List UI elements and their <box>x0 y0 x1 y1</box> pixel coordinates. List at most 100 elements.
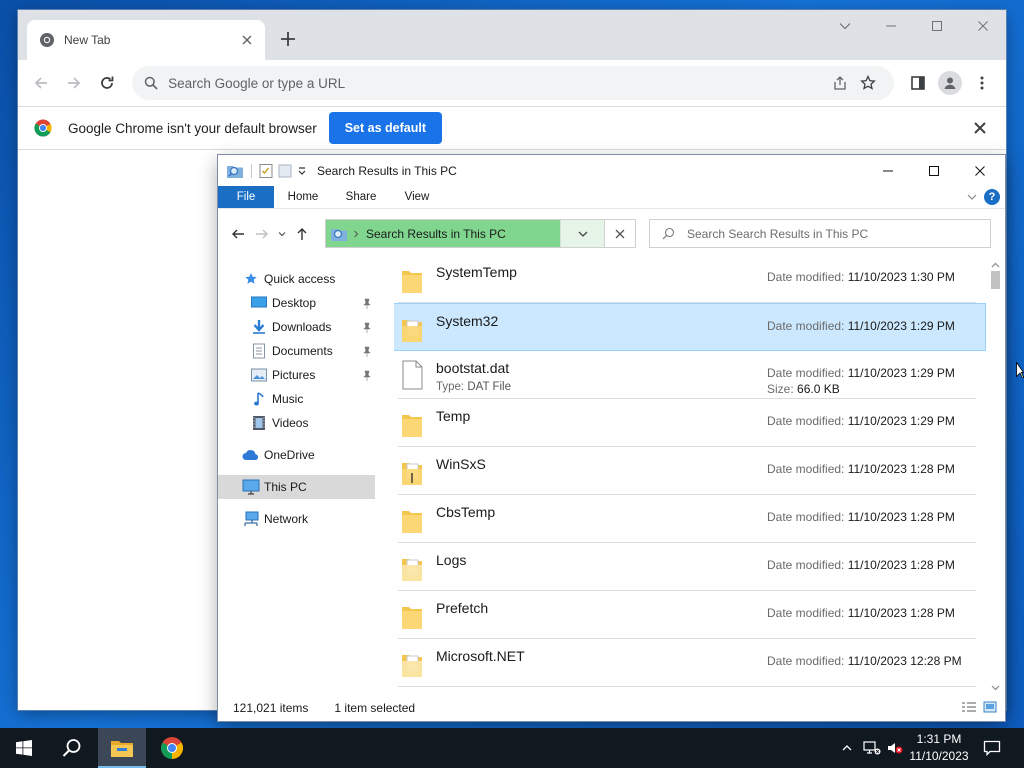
nav-desktop[interactable]: Desktop <box>250 291 316 315</box>
expand-ribbon-chevron-icon[interactable] <box>965 190 979 204</box>
list-item[interactable]: WinSxS Date modified: 11/10/2023 1:28 PM <box>394 447 986 495</box>
scroll-up-icon[interactable] <box>988 259 1003 271</box>
breadcrumb[interactable]: Search Results in This PC <box>366 227 506 241</box>
vertical-scrollbar[interactable] <box>988 259 1003 694</box>
nav-downloads[interactable]: Downloads <box>250 315 331 339</box>
forward-button[interactable] <box>59 68 88 98</box>
explorer-minimize-button[interactable] <box>865 155 911 186</box>
minimize-button[interactable] <box>868 10 914 42</box>
stop-search-button[interactable] <box>604 220 635 247</box>
ribbon-tab-file[interactable]: File <box>218 186 274 208</box>
tab-search-button[interactable] <box>822 10 868 42</box>
nav-videos[interactable]: Videos <box>250 411 308 435</box>
ribbon-tab-view[interactable]: View <box>390 186 444 208</box>
side-panel-button[interactable] <box>902 67 934 99</box>
nav-pictures[interactable]: Pictures <box>250 363 315 387</box>
volume-tray-button[interactable] <box>884 728 906 768</box>
item-count: 121,021 items <box>233 701 309 715</box>
chrome-favicon-icon <box>40 33 54 47</box>
file-name: SystemTemp <box>436 264 517 280</box>
nav-label: Music <box>272 392 304 406</box>
qat-dropdown-icon[interactable] <box>297 166 307 176</box>
explorer-forward-button[interactable] <box>250 222 274 246</box>
nav-quick-access[interactable]: Quick access <box>242 267 335 291</box>
address-bar[interactable]: Search Results in This PC <box>325 219 636 248</box>
new-tab-plus-icon[interactable] <box>276 27 300 51</box>
profile-button[interactable] <box>934 67 966 99</box>
details-view-icon[interactable] <box>961 701 977 713</box>
nav-label: This PC <box>264 480 307 494</box>
share-button[interactable] <box>826 69 854 97</box>
network-tray-button[interactable] <box>860 728 884 768</box>
nav-this-pc[interactable]: This PC <box>218 475 375 499</box>
close-infobar-icon[interactable] <box>970 118 990 138</box>
notification-icon <box>983 740 1001 756</box>
ribbon-tab-home[interactable]: Home <box>274 186 332 208</box>
maximize-icon <box>929 165 939 176</box>
list-item[interactable]: CbsTemp Date modified: 11/10/2023 1:28 P… <box>394 495 986 543</box>
pictures-icon <box>251 368 267 382</box>
help-icon[interactable]: ? <box>984 189 1000 205</box>
taskbar-clock[interactable]: 1:31 PM 11/10/2023 <box>904 731 974 765</box>
kebab-menu-icon <box>980 76 984 90</box>
search-button[interactable] <box>48 728 96 768</box>
nav-label: Network <box>264 512 309 526</box>
reload-button[interactable] <box>93 68 122 98</box>
close-icon <box>615 229 625 238</box>
arrow-left-icon <box>34 77 47 89</box>
nav-music[interactable]: Music <box>250 387 303 411</box>
list-item-selected[interactable]: System32 Date modified: 11/10/2023 1:29 … <box>394 303 986 351</box>
close-tab-icon[interactable] <box>239 32 255 48</box>
back-button[interactable] <box>26 68 55 98</box>
videos-icon <box>253 416 265 430</box>
list-item[interactable]: bootstat.dat Type: DAT File Date modifie… <box>394 351 986 399</box>
bookmark-button[interactable] <box>854 69 882 97</box>
start-button[interactable] <box>0 728 48 768</box>
volume-muted-icon <box>888 743 903 754</box>
chrome-taskbar-button[interactable] <box>148 728 196 768</box>
close-icon <box>975 165 985 176</box>
menu-button[interactable] <box>966 67 998 99</box>
explorer-back-button[interactable] <box>226 222 250 246</box>
search-box[interactable]: Search Search Results in This PC <box>649 219 991 248</box>
set-as-default-button[interactable]: Set as default <box>328 112 442 144</box>
action-center-button[interactable] <box>978 728 1006 768</box>
nav-onedrive[interactable]: OneDrive <box>242 443 315 467</box>
file-explorer-taskbar-button[interactable] <box>98 728 146 768</box>
list-item[interactable]: Microsoft.NET Date modified: 11/10/2023 … <box>394 639 986 687</box>
large-icons-view-icon[interactable] <box>983 701 997 713</box>
close-button[interactable] <box>960 10 1006 42</box>
folder-icon <box>402 271 422 293</box>
browser-toolbar: Search Google or type a URL <box>18 60 1006 106</box>
properties-icon[interactable] <box>259 163 273 179</box>
person-icon <box>944 77 956 89</box>
quick-access-toolbar <box>226 163 307 179</box>
maximize-button[interactable] <box>914 10 960 42</box>
scrollbar-thumb[interactable] <box>991 271 1000 289</box>
chevron-down-icon <box>278 232 286 237</box>
omnibox[interactable]: Search Google or type a URL <box>132 66 894 100</box>
scroll-down-icon[interactable] <box>988 682 1003 694</box>
list-item[interactable]: Temp Date modified: 11/10/2023 1:29 PM <box>394 399 986 447</box>
recent-locations-button[interactable] <box>274 222 290 246</box>
show-hidden-icons-button[interactable] <box>836 728 858 768</box>
explorer-maximize-button[interactable] <box>911 155 957 186</box>
folder-documents-icon <box>402 320 422 342</box>
nav-network[interactable]: Network <box>242 507 308 531</box>
file-icon <box>402 360 423 390</box>
list-item[interactable]: SystemTemp Date modified: 11/10/2023 1:3… <box>394 259 986 303</box>
close-icon <box>978 21 988 31</box>
ribbon-tab-share[interactable]: Share <box>332 186 390 208</box>
default-browser-infobar: Google Chrome isn't your default browser… <box>18 106 1006 150</box>
windows-logo-icon <box>16 740 32 756</box>
nav-documents[interactable]: Documents <box>250 339 333 363</box>
explorer-close-button[interactable] <box>957 155 1003 186</box>
list-item[interactable]: Prefetch Date modified: 11/10/2023 1:28 … <box>394 591 986 639</box>
new-folder-icon[interactable] <box>277 163 293 179</box>
address-progress: Search Results in This PC <box>326 220 560 247</box>
ribbon-tabs: File Home Share View ? <box>218 186 1005 209</box>
tab-new-tab[interactable]: New Tab <box>27 20 265 60</box>
list-item[interactable]: Logs Date modified: 11/10/2023 1:28 PM <box>394 543 986 591</box>
address-dropdown-button[interactable] <box>560 220 604 247</box>
up-button[interactable] <box>290 222 314 246</box>
